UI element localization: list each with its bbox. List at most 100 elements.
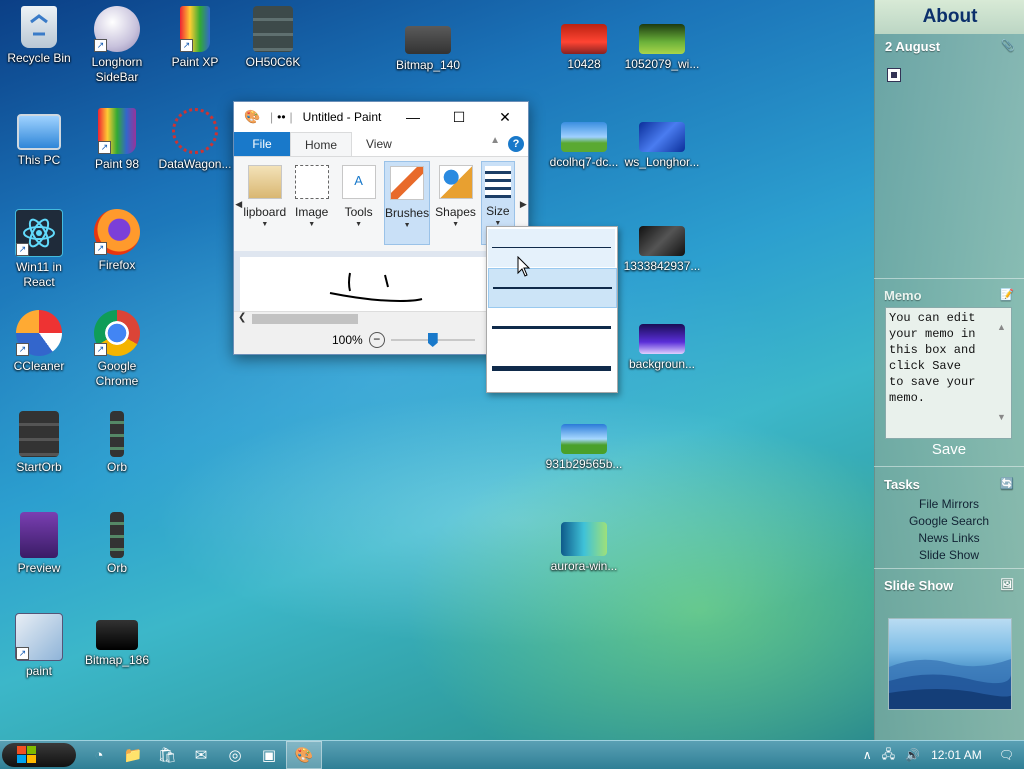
orb-stack-icon [253,6,293,52]
taskbar-file-explorer-icon[interactable]: 📁 [116,742,150,768]
desktop-icon-paint[interactable]: ↗ paint [0,613,78,679]
clock-date: 2 August [885,39,941,54]
ribbon-scroll-right-icon[interactable]: ▶ [519,199,528,210]
quick-access-toolbar[interactable]: •• [277,110,285,124]
tab-view[interactable]: View [352,132,406,156]
memo-textarea[interactable]: You can edit your memo in this box and c… [885,307,1012,439]
notifications-icon[interactable]: 🗨 [999,748,1014,762]
tab-home[interactable]: Home [290,132,353,156]
desktop-icon-startorb[interactable]: StartOrb [0,411,78,475]
tasks-icon[interactable]: 🔄 [1000,477,1014,491]
slideshow-icon[interactable]: 🖼 [1000,578,1014,592]
volume-icon[interactable]: 🔊 [905,748,920,762]
paint-app-icon: 🎨 [244,109,261,124]
group-shapes[interactable]: Shapes ▼ [434,161,477,243]
clock-gadget-title: 2 August 📎 [875,34,1024,59]
scroll-left-icon[interactable]: ❮ [238,312,246,323]
desktop-icon-win11-in-react[interactable]: ↗ Win11 in React [0,209,78,290]
close-button[interactable]: ✕ [482,102,528,132]
react-icon: ↗ [15,209,63,257]
group-label: Tools [344,205,373,219]
canvas-area [234,251,528,311]
desktop-icon-longhorn-sidebar[interactable]: ↗ Longhorn SideBar [78,6,156,85]
taskbar-mail-icon[interactable]: ✉ [184,742,218,768]
collapse-ribbon-icon[interactable]: ▲ [490,135,500,146]
taskbar-chrome-icon[interactable]: ◎ [218,742,252,768]
desktop-icon-google-chrome[interactable]: ↗ Google Chrome [78,310,156,389]
desktop-icon-oh50c6k[interactable]: OH50C6K [234,6,312,70]
desktop-icon-bitmap-140[interactable]: Bitmap_140 [389,20,467,73]
desktop-icon-recycle-bin[interactable]: Recycle Bin [0,6,78,66]
help-icon[interactable]: ? [508,136,524,152]
desktop-icon-firefox[interactable]: ↗ Firefox [78,209,156,273]
task-slide-show[interactable]: Slide Show [874,547,1024,564]
desktop-icon-1052079[interactable]: 1052079_wi... [623,20,701,72]
drawing-canvas[interactable] [240,257,490,311]
taskbar-edge-icon[interactable]: ◔ [82,742,116,768]
group-label: Size [486,204,510,218]
paint-window[interactable]: 🎨 | •• | Untitled - Paint — ☐ ✕ File Hom… [233,101,529,355]
desktop-icon-931b29565b[interactable]: 931b29565b... [545,420,623,472]
taskbar-paint-icon[interactable]: 🎨 [286,741,322,769]
size-option-1[interactable]: 1px [488,229,615,267]
desktop-icon-preview[interactable]: Preview [0,512,78,576]
shortcut-arrow-icon: ↗ [98,141,111,154]
group-brushes[interactable]: Brushes ▼ [384,161,431,245]
desktop-icon-orb-1[interactable]: Orb [78,411,156,475]
task-file-mirrors[interactable]: File Mirrors [874,496,1024,513]
size-option-2[interactable]: 3px [488,268,617,308]
scroll-thumb[interactable] [252,314,358,324]
tasks-list: File Mirrors Google Search News Links Sl… [874,496,1024,564]
image-thumbnail-icon [639,24,685,54]
taskbar-7zip-icon[interactable]: ▣ [252,742,286,768]
shortcut-arrow-icon: ↗ [94,39,107,52]
desktop-icon-ccleaner[interactable]: ↗ CCleaner [0,310,78,374]
tasks-title: Tasks [884,477,920,492]
size-option-4[interactable]: 8px [488,349,615,387]
desktop-icon-10428[interactable]: 10428 [545,20,623,72]
taskbar-clock[interactable]: 12:01 AM [931,748,982,762]
horizontal-scrollbar[interactable]: ❮ [234,311,528,326]
ribbon-scroll-left-icon[interactable]: ◀ [234,199,243,210]
slideshow-image[interactable] [888,618,1013,710]
task-google-search[interactable]: Google Search [874,513,1024,530]
desktop-icon-this-pc[interactable]: This PC [0,108,78,168]
desktop-icon-orb-2[interactable]: Orb [78,512,156,576]
chevron-down-icon: ▼ [452,221,459,228]
taskbar-store-icon[interactable]: 🛍 [150,742,184,768]
desktop-icon-bitmap-186[interactable]: Bitmap_186 [78,620,156,668]
group-clipboard[interactable]: lipboard ▼ [243,161,286,243]
desktop-icon-paint-98[interactable]: ↗ Paint 98 [78,108,156,172]
desktop-icon-ws-longhorn[interactable]: ws_Longhor... [623,118,701,170]
desktop-icon-background[interactable]: backgroun... [623,320,701,372]
minimize-button[interactable]: — [390,102,436,132]
memo-icon[interactable]: 📝 [1000,288,1014,302]
maximize-button[interactable]: ☐ [436,102,482,132]
network-icon[interactable]: 🖧 [882,745,895,766]
tab-file[interactable]: File [234,132,290,156]
paint-titlebar[interactable]: 🎨 | •• | Untitled - Paint — ☐ ✕ [234,102,528,132]
chrome-icon: ↗ [94,310,140,356]
desktop-icon-1333842937[interactable]: 1333842937... [623,222,701,274]
memo-scroll-up-icon[interactable]: ▲ [997,322,1022,332]
desktop-icon-aurora-win[interactable]: aurora-win... [545,520,623,574]
tasks-gadget-title: Tasks 🔄 [874,472,1024,497]
task-news-links[interactable]: News Links [874,530,1024,547]
desktop-icon-dcolhq7[interactable]: dcolhq7-dc... [545,118,623,170]
clock-settings-icon[interactable]: 📎 [1001,39,1015,53]
desktop-icon-datawagon[interactable]: DataWagon... [156,108,234,172]
group-image[interactable]: Image ▼ [290,161,333,243]
zoom-slider-knob[interactable] [427,333,438,347]
image-thumbnail-icon [405,26,451,54]
sidebar-about-title[interactable]: About [875,0,1024,34]
zoom-out-button[interactable]: − [368,332,385,348]
titlebar-separator: | [270,110,274,124]
group-tools[interactable]: A Tools ▼ [337,161,380,243]
mountains-image [889,659,1013,709]
start-button[interactable] [2,743,76,767]
size-option-3[interactable]: 5px [488,309,615,347]
memo-save-button[interactable]: Save [874,441,1024,458]
desktop-icon-paint-xp[interactable]: ↗ Paint XP [156,6,234,70]
show-hidden-icons-icon[interactable]: ∧ [863,748,872,762]
zoom-slider[interactable] [390,333,475,347]
